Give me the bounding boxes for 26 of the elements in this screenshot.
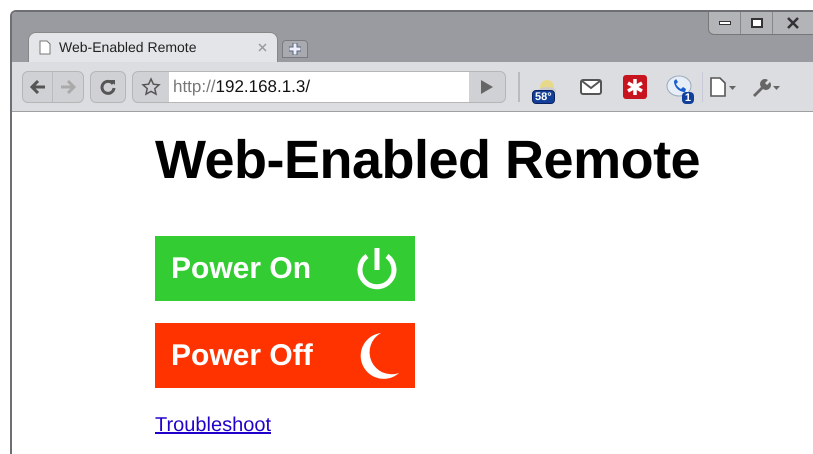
star-icon[interactable] bbox=[141, 76, 161, 96]
address-bar[interactable]: http://192.168.1.3/ bbox=[132, 70, 506, 102]
asterisk-icon bbox=[623, 74, 647, 98]
url-text[interactable]: http://192.168.1.3/ bbox=[169, 72, 469, 102]
forward-arrow-icon bbox=[60, 80, 76, 94]
mail-icon bbox=[579, 78, 603, 96]
reload-button[interactable] bbox=[90, 70, 126, 102]
count-badge: 58° bbox=[532, 90, 555, 104]
tab-title: Web-Enabled Remote bbox=[59, 38, 196, 57]
play-icon[interactable] bbox=[481, 80, 493, 94]
count-badge: 1 bbox=[682, 92, 694, 104]
troubleshoot-link[interactable]: Troubleshoot bbox=[155, 410, 271, 440]
page-heading: Web-Enabled Remote bbox=[155, 129, 702, 192]
page-menu-icon[interactable] bbox=[709, 76, 737, 96]
power-icon bbox=[355, 246, 399, 292]
reload-icon bbox=[99, 78, 117, 96]
power-off-button[interactable]: Power Off bbox=[155, 323, 415, 388]
close-icon bbox=[786, 17, 800, 29]
new-tab-button[interactable] bbox=[282, 40, 308, 58]
browser-tab[interactable]: Web-Enabled Remote bbox=[28, 32, 278, 62]
back-arrow-icon bbox=[30, 80, 46, 94]
page-icon bbox=[39, 40, 51, 55]
wrench-icon[interactable] bbox=[751, 76, 781, 96]
extension-button[interactable]: 1 bbox=[664, 70, 694, 104]
extension-button[interactable]: 58° bbox=[532, 70, 562, 104]
plus-icon bbox=[289, 43, 301, 55]
